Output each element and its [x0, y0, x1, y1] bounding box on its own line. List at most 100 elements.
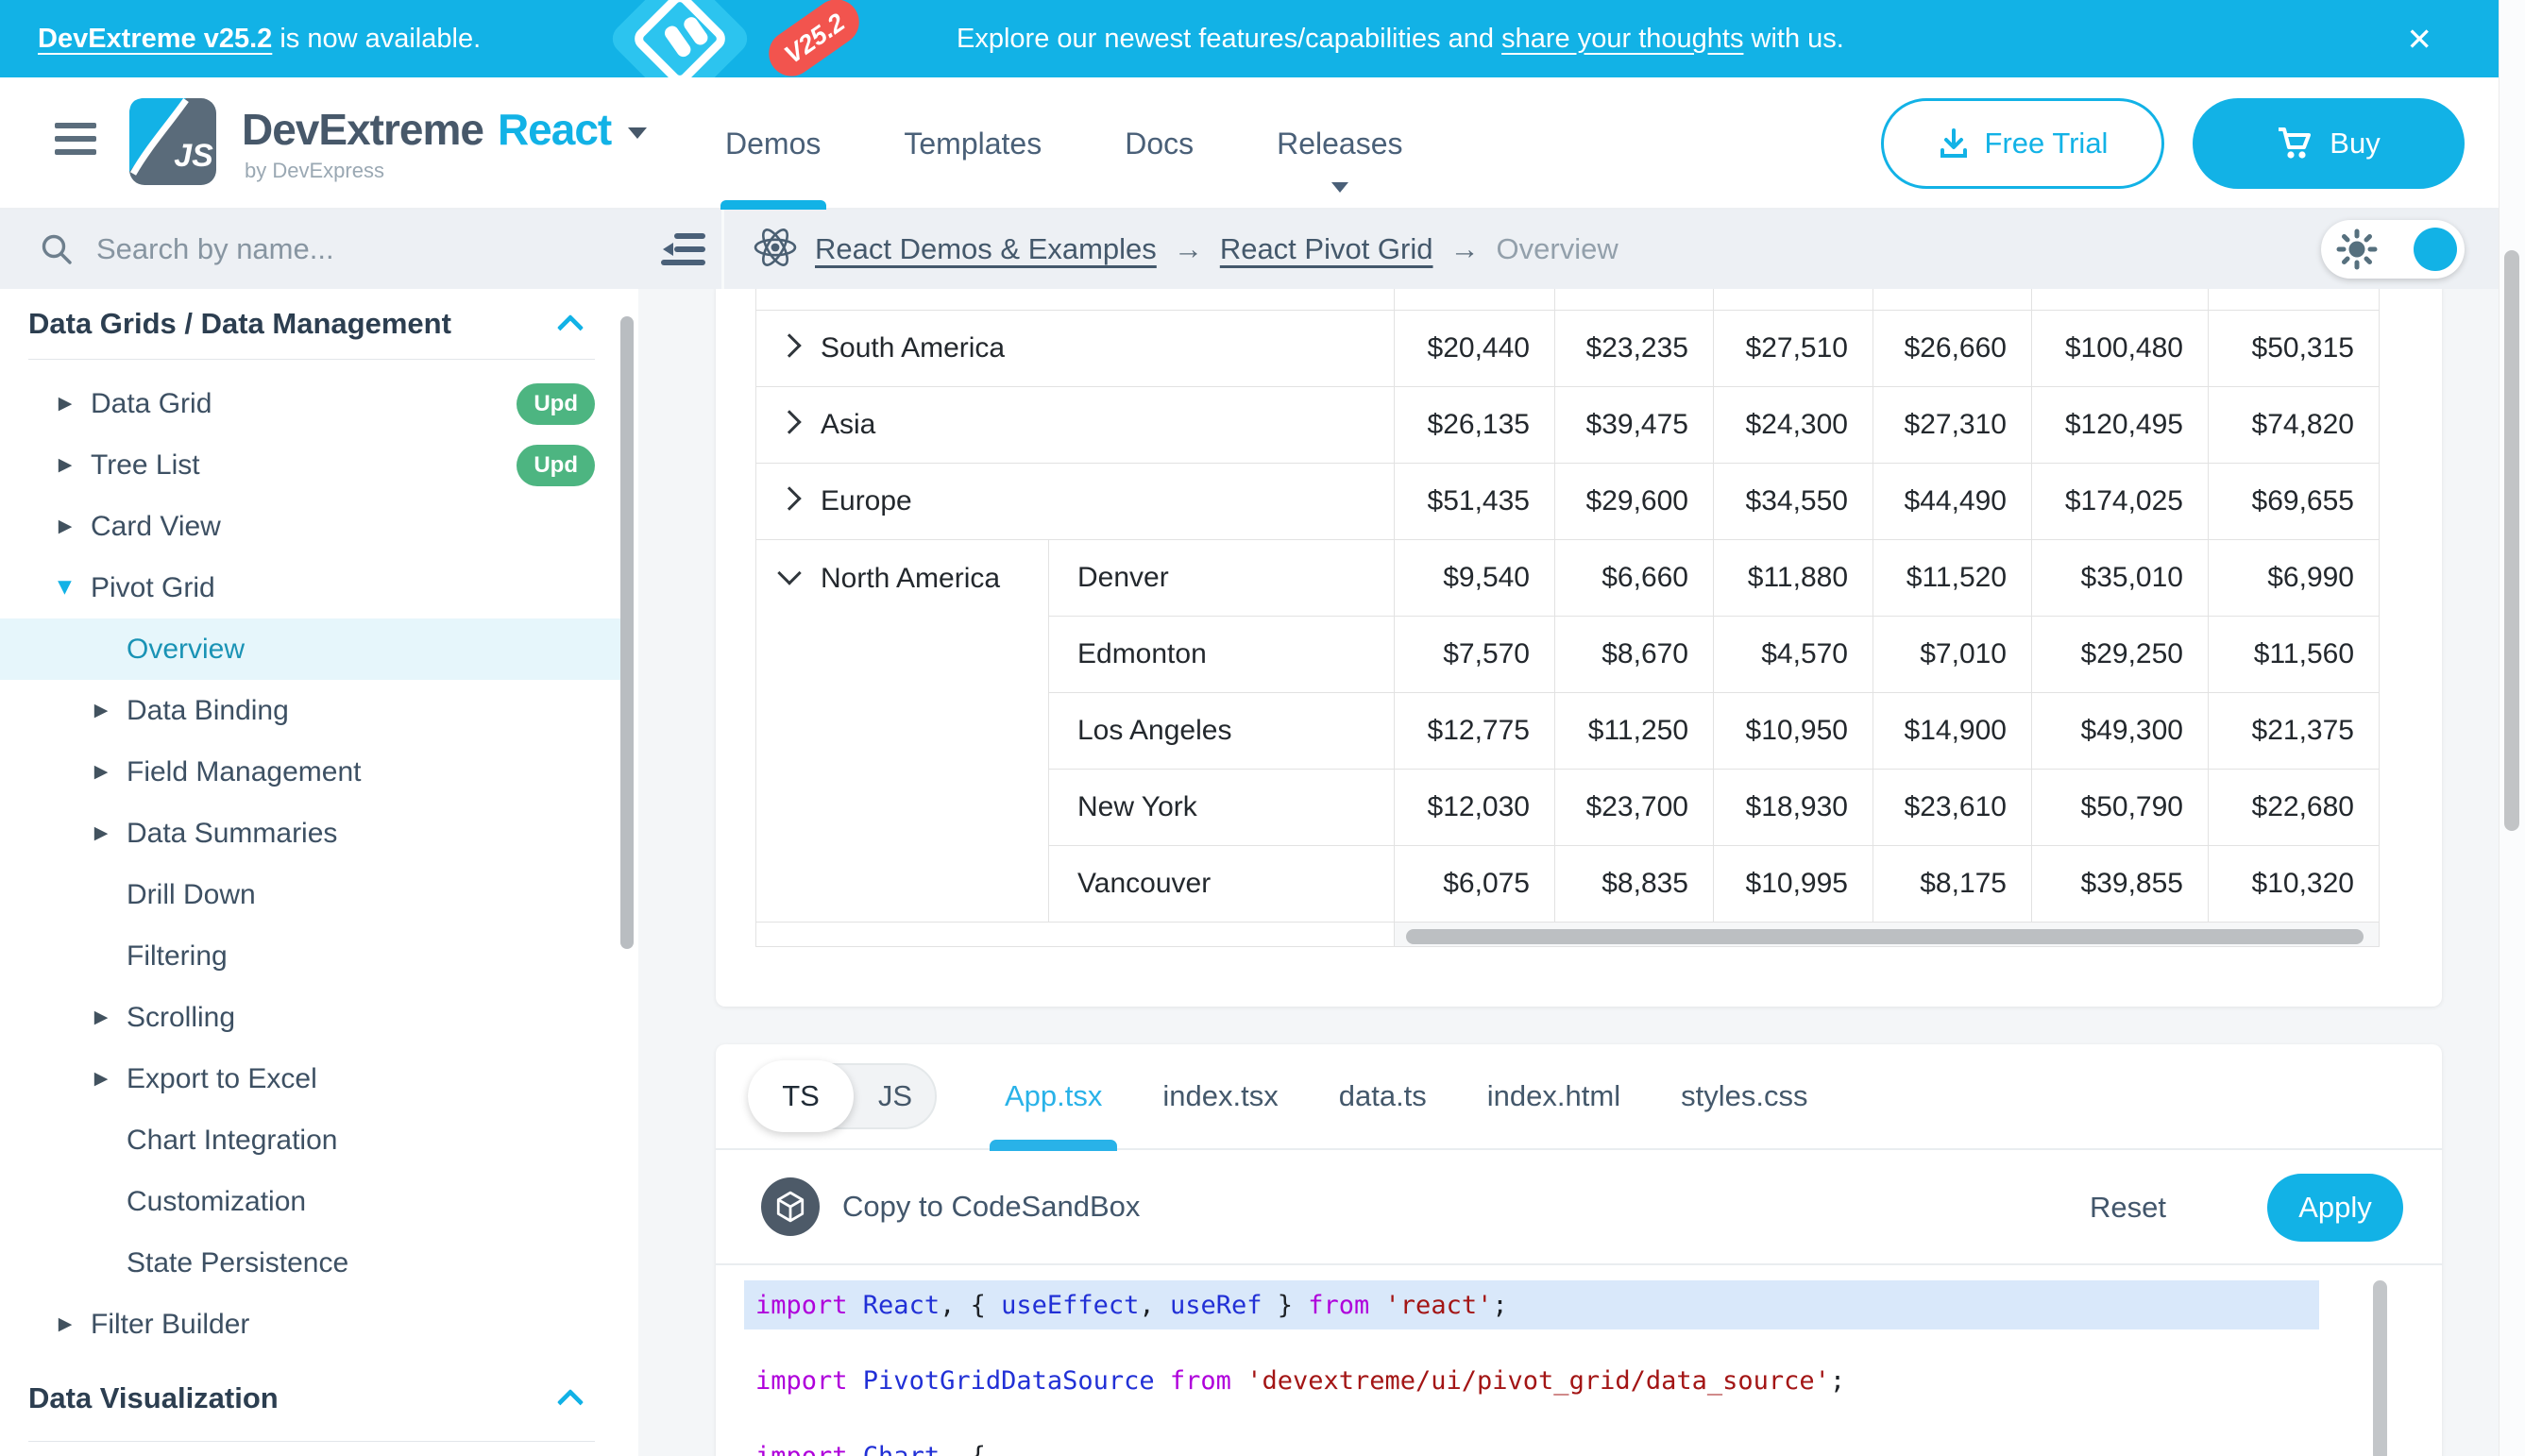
sidebar-item-drill-down[interactable]: Drill Down	[0, 864, 623, 925]
pivot-row-header-cell	[756, 289, 1395, 310]
sun-icon	[2336, 229, 2378, 270]
file-tab-app-tsx[interactable]: App.tsx	[974, 1043, 1132, 1149]
hamburger-menu-icon[interactable]	[55, 123, 96, 162]
sidebar-item-label: Filter Builder	[91, 1309, 249, 1341]
pivot-row-header-footer	[756, 922, 1395, 946]
brand-platform: React	[498, 104, 611, 155]
sidebar-item-customization[interactable]: Customization	[0, 1171, 623, 1232]
sidebar-scrollbar[interactable]	[620, 316, 634, 949]
collapse-chevron-icon[interactable]	[777, 561, 801, 584]
code-scrollbar[interactable]	[2373, 1280, 2387, 1456]
pivot-value-cell: $24,300	[1714, 386, 1873, 463]
breadcrumb-demos-link[interactable]: React Demos & Examples	[815, 232, 1157, 266]
pivot-region-cell-asia[interactable]: Asia	[756, 386, 1395, 463]
nav-item-docs[interactable]: Docs	[1117, 77, 1201, 210]
banner-close-button[interactable]: ✕	[2400, 0, 2438, 77]
page-scrollbar[interactable]	[2499, 0, 2525, 1456]
pivot-region-label: Asia	[821, 409, 875, 440]
sidebar-item-data-summaries[interactable]: ▶Data Summaries	[0, 803, 623, 864]
code-line-1[interactable]: import React, { useEffect, useRef } from…	[744, 1280, 2319, 1329]
sidebar-item-label: Drill Down	[127, 879, 256, 911]
sidebar-item-label: State Persistence	[127, 1247, 348, 1279]
theme-toggle-knob[interactable]	[2414, 228, 2457, 271]
sidebar-item-data-grid[interactable]: ▶Data GridUpd	[0, 373, 623, 434]
nav-item-demos[interactable]: Demos	[718, 77, 828, 210]
buy-button[interactable]: Buy	[2193, 98, 2465, 189]
sidebar-section-data-visualization[interactable]: Data Visualization	[0, 1363, 623, 1433]
divider	[721, 210, 724, 289]
nav-item-templates[interactable]: Templates	[896, 77, 1049, 210]
language-option-ts[interactable]: TS	[748, 1060, 854, 1132]
pivot-horizontal-scrollbar[interactable]	[1395, 922, 2380, 946]
pivot-value-cell: $23,235	[1555, 310, 1714, 386]
file-tab-index-html[interactable]: index.html	[1457, 1043, 1651, 1149]
pivot-region-cell-south-america[interactable]: South America	[756, 310, 1395, 386]
pivot-value-cell: $8,175	[1873, 845, 2032, 922]
pivot-value-cell: $51,435	[1395, 463, 1555, 539]
sidebar-item-label: Data Summaries	[127, 818, 337, 850]
theme-toggle[interactable]	[2321, 220, 2465, 279]
pivot-region-cell-europe[interactable]: Europe	[756, 463, 1395, 539]
code-token: useRef	[1170, 1291, 1262, 1320]
main-nav: Demos Templates Docs Releases	[718, 77, 1411, 210]
code-editor[interactable]: import React, { useEffect, useRef } from…	[716, 1265, 2442, 1456]
brand-title[interactable]: DevExtreme React	[242, 104, 647, 155]
sidebar-item-filter-builder[interactable]: ▶Filter Builder	[0, 1294, 623, 1355]
pivot-value-cell: $6,075	[1395, 845, 1555, 922]
pivot-region-label: South America	[821, 332, 1005, 364]
sidebar-item-data-binding[interactable]: ▶Data Binding	[0, 680, 623, 741]
share-your-thoughts-link[interactable]: share your thoughts	[1501, 24, 1743, 55]
page-scrollbar-thumb[interactable]	[2504, 250, 2519, 831]
sidebar-item-label: Filtering	[127, 940, 228, 973]
pivot-value-cell	[1873, 289, 2032, 310]
pivot-value-cell: $23,610	[1873, 769, 2032, 845]
sidebar-item-tree-list[interactable]: ▶Tree ListUpd	[0, 434, 623, 496]
sidebar-item-field-management[interactable]: ▶Field Management	[0, 741, 623, 803]
sidebar-item-filtering[interactable]: Filtering	[0, 925, 623, 987]
search-input[interactable]	[94, 231, 551, 267]
banner-release-link[interactable]: DevExtreme v25.2	[38, 24, 272, 55]
code-token: , {	[940, 1442, 986, 1456]
pivot-row-denver: North AmericaDenver$9,540$6,660$11,880$1…	[756, 539, 2380, 616]
sidebar-item-label: Data Grid	[91, 388, 212, 420]
copy-to-codesandbox-button[interactable]: Copy to CodeSandBox	[755, 1177, 1145, 1237]
sidebar-item-state-persistence[interactable]: State Persistence	[0, 1232, 623, 1294]
nav-item-releases[interactable]: Releases	[1269, 77, 1410, 210]
sidebar-item-label: Pivot Grid	[91, 572, 215, 604]
sidebar-item-pivot-grid[interactable]: ▶Pivot Grid	[0, 557, 623, 618]
file-tab-styles-css[interactable]: styles.css	[1651, 1043, 1838, 1149]
banner-message: Explore our newest features/capabilities…	[957, 0, 1844, 77]
collapse-sidebar-button[interactable]	[661, 228, 706, 271]
devextreme-js-logo[interactable]: JS	[129, 98, 216, 185]
file-tab-index-tsx[interactable]: index.tsx	[1132, 1043, 1308, 1149]
breadcrumb-bar: React Demos & Examples → React Pivot Gri…	[638, 210, 2499, 289]
file-tab-data-ts[interactable]: data.ts	[1309, 1043, 1457, 1149]
language-option-js[interactable]: JS	[878, 1065, 912, 1127]
scrollbar-thumb[interactable]	[1406, 929, 2364, 944]
sidebar-item-card-view[interactable]: ▶Card View	[0, 496, 623, 557]
sidebar-section-data-grids[interactable]: Data Grids / Data Management	[0, 289, 623, 359]
apply-button[interactable]: Apply	[2267, 1174, 2403, 1242]
pivot-clipped-row	[756, 289, 2380, 310]
sidebar-item-label: Field Management	[127, 756, 361, 788]
sidebar-item-scrolling[interactable]: ▶Scrolling	[0, 987, 623, 1048]
pivot-row-asia: Asia$26,135$39,475$24,300$27,310$120,495…	[756, 386, 2380, 463]
reset-button[interactable]: Reset	[2084, 1152, 2172, 1263]
code-line-3[interactable]: import Chart, {	[744, 1431, 2319, 1456]
expand-chevron-icon[interactable]	[777, 333, 801, 357]
expand-chevron-icon[interactable]	[777, 410, 801, 433]
free-trial-button[interactable]: Free Trial	[1881, 98, 2164, 189]
pivot-row-south-america: South America$20,440$23,235$27,510$26,66…	[756, 310, 2380, 386]
sidebar-item-overview[interactable]: Overview	[0, 618, 623, 680]
code-line-2[interactable]: import PivotGridDataSource from 'devextr…	[744, 1356, 2319, 1405]
language-toggle[interactable]: TS JS	[748, 1063, 937, 1129]
expand-chevron-icon[interactable]	[777, 486, 801, 510]
nav-item-label: Demos	[725, 127, 821, 161]
sidebar-item-export-to-excel[interactable]: ▶Export to Excel	[0, 1048, 623, 1109]
sidebar-item-label: Card View	[91, 511, 221, 543]
breadcrumb-current: Overview	[1497, 232, 1618, 266]
breadcrumb-pivot-grid-link[interactable]: React Pivot Grid	[1220, 232, 1433, 266]
pivot-region-cell-north-america[interactable]: North America	[756, 539, 1049, 922]
collapse-panel-icon	[661, 228, 706, 271]
sidebar-item-chart-integration[interactable]: Chart Integration	[0, 1109, 623, 1171]
